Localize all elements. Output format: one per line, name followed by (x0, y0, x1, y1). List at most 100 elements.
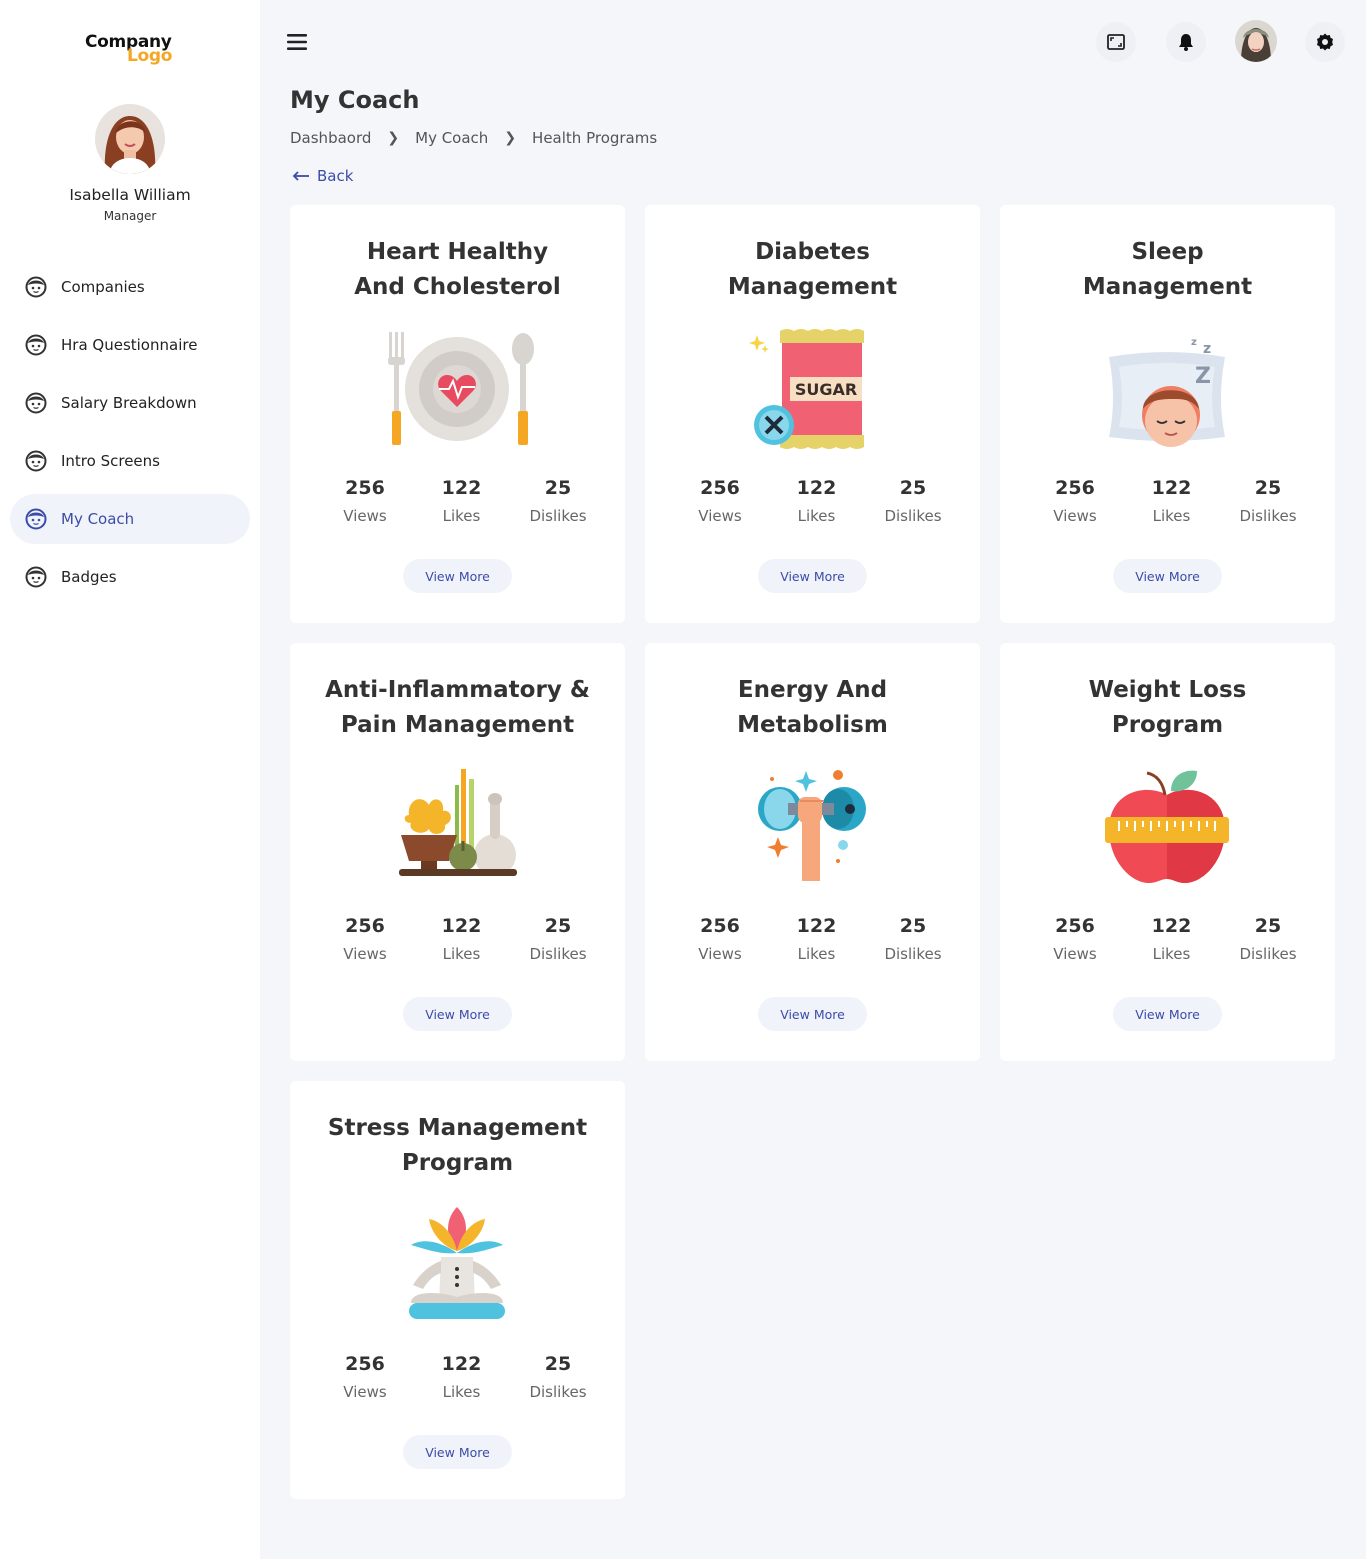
program-card-sleep: Sleep Management z z Z 256 Views 122 Likes… (1000, 205, 1335, 623)
views-stat: 256 Views (320, 1353, 410, 1401)
program-card-anti-inflammatory: Anti-Inflammatory & Pain Management 256 V… (290, 643, 625, 1061)
view-more-button[interactable]: View More (403, 997, 512, 1031)
likes-stat: 122 Likes (772, 915, 862, 963)
profile-name: Isabella William (69, 186, 191, 204)
fullscreen-icon (1107, 34, 1125, 50)
fullscreen-button[interactable] (1096, 22, 1136, 62)
back-label: Back (317, 167, 354, 185)
sidebar-item-salary-breakdown[interactable]: Salary Breakdown (10, 378, 250, 428)
views-label: Views (343, 945, 387, 963)
view-more-button[interactable]: View More (1113, 559, 1222, 593)
dislikes-count: 25 (544, 1353, 572, 1375)
sidebar-item-badges[interactable]: Badges (10, 552, 250, 602)
program-card-heart-healthy: Heart Healthy And Cholesterol 256 Views 1… (290, 205, 625, 623)
face-icon (25, 334, 47, 356)
dislikes-stat: 25 Dislikes (1223, 477, 1313, 525)
view-more-button[interactable]: View More (403, 559, 512, 593)
svg-text:z: z (1203, 341, 1211, 357)
views-count: 256 (345, 477, 385, 499)
card-title-line: Metabolism (737, 712, 888, 738)
svg-text:SUGAR: SUGAR (795, 380, 857, 399)
likes-label: Likes (797, 945, 836, 963)
dislikes-count: 25 (899, 915, 927, 937)
views-stat: 256 Views (1030, 915, 1120, 963)
sleep-icon: z z Z (1109, 337, 1225, 447)
views-count: 256 (1055, 915, 1095, 937)
herbs-icon (399, 769, 517, 876)
dislikes-count: 25 (899, 477, 927, 499)
view-more-button[interactable]: View More (758, 559, 867, 593)
sidebar-item-my-coach[interactable]: My Coach (10, 494, 250, 544)
card-title-line: Program (1111, 712, 1224, 738)
sidebar-item-intro-screens[interactable]: Intro Screens (10, 436, 250, 486)
card-title-line: And Cholesterol (354, 274, 561, 300)
chevron-right-icon: ❯ (387, 130, 400, 146)
dislikes-label: Dislikes (529, 507, 587, 525)
dislikes-count: 25 (544, 477, 572, 499)
views-label: Views (698, 945, 742, 963)
dumbbell-icon (758, 770, 866, 881)
chevron-right-icon: ❯ (504, 130, 517, 146)
back-link[interactable]: Back (292, 167, 353, 185)
card-title-line: Stress Management (327, 1115, 588, 1141)
hamburger-menu-icon[interactable] (285, 30, 309, 54)
likes-label: Likes (1152, 945, 1191, 963)
breadcrumb-item-dashboard[interactable]: Dashbaord (290, 129, 371, 147)
sidebar-item-label: Badges (61, 568, 117, 586)
likes-label: Likes (797, 507, 836, 525)
card-title-line: Sleep (1131, 239, 1204, 265)
card-title: Sleep Management (1020, 235, 1315, 305)
card-title: Energy And Metabolism (665, 673, 960, 743)
card-title-line: Anti-Inflammatory & (325, 677, 590, 703)
likes-stat: 122 Likes (417, 477, 507, 525)
user-avatar[interactable] (1235, 20, 1277, 62)
settings-button[interactable] (1305, 22, 1345, 62)
views-label: Views (343, 507, 387, 525)
dislikes-stat: 25 Dislikes (513, 1353, 603, 1401)
svg-text:z: z (1191, 337, 1197, 348)
dislikes-label: Dislikes (1239, 945, 1297, 963)
sidebar: Company Logo Isabella William Manager Co… (0, 0, 260, 1559)
card-title-line: Weight Loss (1088, 677, 1247, 703)
breadcrumb-item-my-coach[interactable]: My Coach (415, 129, 488, 147)
view-more-button[interactable]: View More (1113, 997, 1222, 1031)
dislikes-label: Dislikes (529, 945, 587, 963)
view-more-button[interactable]: View More (758, 997, 867, 1031)
likes-count: 122 (441, 477, 482, 499)
card-title: Anti-Inflammatory & Pain Management (310, 673, 605, 743)
sidebar-item-label: Hra Questionnaire (61, 336, 198, 354)
sugar-icon: SUGAR (749, 329, 864, 449)
view-more-button[interactable]: View More (403, 1435, 512, 1469)
views-label: Views (1053, 945, 1097, 963)
dislikes-stat: 25 Dislikes (868, 915, 958, 963)
profile-role: Manager (103, 209, 157, 223)
sidebar-item-label: Companies (61, 278, 145, 296)
dislikes-label: Dislikes (1239, 507, 1297, 525)
card-stats: 256 Views 122 Likes 25 Dislikes (675, 915, 958, 963)
sidebar-item-companies[interactable]: Companies (10, 262, 250, 312)
card-title: Weight Loss Program (1020, 673, 1315, 743)
face-icon (25, 566, 47, 588)
logo-text-logo: Logo (127, 46, 173, 66)
card-title-line: Pain Management (340, 712, 575, 738)
likes-label: Likes (442, 1383, 481, 1401)
notifications-button[interactable] (1166, 22, 1206, 62)
card-title-line: Diabetes (755, 239, 870, 265)
card-title: Diabetes Management (665, 235, 960, 305)
face-icon (25, 392, 47, 414)
likes-count: 122 (441, 1353, 482, 1375)
dislikes-label: Dislikes (884, 507, 942, 525)
views-stat: 256 Views (320, 915, 410, 963)
meditation-icon (409, 1207, 505, 1319)
company-logo[interactable]: Company Logo (85, 32, 185, 72)
heart-plate-icon (388, 332, 534, 445)
program-card-stress: Stress Management Program 256 Views 122 Li… (290, 1081, 625, 1499)
dislikes-stat: 25 Dislikes (1223, 915, 1313, 963)
dislikes-label: Dislikes (529, 1383, 587, 1401)
views-count: 256 (1055, 477, 1095, 499)
card-stats: 256 Views 122 Likes 25 Dislikes (675, 477, 958, 525)
card-stats: 256 Views 122 Likes 25 Dislikes (320, 915, 603, 963)
card-title-line: Management (727, 274, 898, 300)
profile-avatar[interactable] (95, 104, 165, 174)
sidebar-item-hra-questionnaire[interactable]: Hra Questionnaire (10, 320, 250, 370)
